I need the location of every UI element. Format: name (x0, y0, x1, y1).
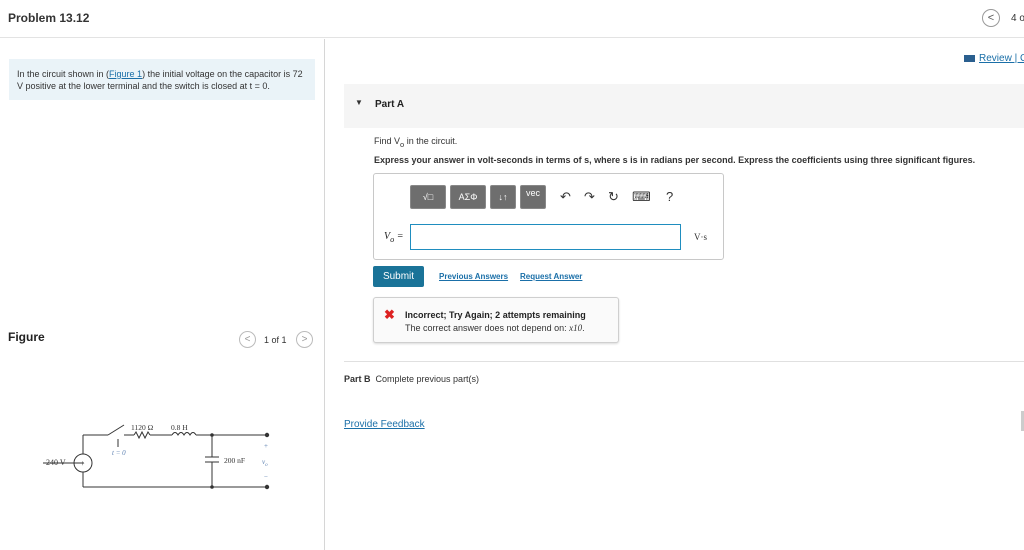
part-b-label: Part B (344, 374, 371, 384)
terminal-dot (264, 432, 270, 438)
x-icon: ✖ (384, 307, 395, 322)
figure-link[interactable]: Figure 1 (109, 69, 142, 79)
previous-answers-link[interactable]: Previous Answers (439, 272, 508, 281)
figure-count: 1 of 1 (264, 335, 287, 345)
answer-label: Vo = (384, 231, 404, 244)
terminal-dot (264, 484, 270, 490)
output-label-sub: o (265, 463, 268, 468)
resistor-label: 1120 Ω (131, 423, 154, 432)
keyboard-icon[interactable]: ⌨ (632, 189, 651, 205)
unit-label: V·s (694, 232, 707, 242)
node-dot (210, 433, 214, 437)
intro-text-prefix: In the circuit shown in ( (17, 69, 110, 79)
sort-button[interactable]: ↓↑ (490, 185, 516, 209)
question-prefix: Find V (374, 136, 401, 146)
symbols-button[interactable]: ΑΣΦ (450, 185, 486, 209)
right-pane: Review | C ▼ Part A Find Vo in the circu… (326, 39, 1024, 550)
question-text: Find Vo in the circuit. (374, 136, 457, 149)
feedback-box: ✖ Incorrect; Try Again; 2 attempts remai… (373, 297, 619, 343)
top-bar: Problem 13.12 < 4 o (0, 0, 1024, 38)
book-icon (964, 54, 975, 62)
feedback-detail-math: x10 (569, 323, 583, 333)
problem-title: Problem 13.12 (8, 11, 90, 25)
reset-icon[interactable]: ↻ (608, 189, 619, 205)
figure-next-icon[interactable]: > (296, 331, 313, 348)
feedback-detail-suffix: . (582, 323, 585, 333)
output-minus: − (264, 473, 268, 481)
review-link-label[interactable]: Review | C (979, 53, 1024, 64)
chevron-left-icon[interactable]: < (982, 9, 1000, 27)
undo-icon[interactable]: ↶ (560, 189, 571, 205)
part-a-header[interactable]: ▼ Part A (344, 84, 1024, 128)
output-plus: + (264, 442, 268, 450)
source-label: 240 V (46, 458, 66, 467)
capacitor-label: 200 nF (224, 456, 245, 465)
output-label: vo (262, 458, 268, 468)
figure-prev-icon[interactable]: < (239, 331, 256, 348)
problem-intro: In the circuit shown in (Figure 1) the i… (9, 59, 315, 100)
answer-label-eq: = (394, 231, 404, 242)
feedback-detail: The correct answer does not depend on: x… (405, 323, 585, 333)
source-plus: + (80, 459, 85, 468)
provide-feedback-link[interactable]: Provide Feedback (344, 419, 425, 430)
submit-button[interactable]: Submit (373, 266, 424, 287)
problem-count: 4 o (1011, 13, 1024, 24)
request-answer-link[interactable]: Request Answer (520, 272, 582, 281)
part-b-text: Complete previous part(s) (375, 374, 480, 384)
feedback-detail-prefix: The correct answer does not depend on: (405, 323, 570, 333)
caret-down-icon[interactable]: ▼ (355, 98, 363, 107)
help-icon[interactable]: ? (666, 189, 673, 204)
answer-panel: √□ ΑΣΦ ↓↑ vec ↶ ↷ ↻ ⌨ ? Vo = V·s (373, 173, 724, 260)
review-link[interactable]: Review | C (964, 53, 1024, 64)
figure-heading: Figure (8, 330, 45, 344)
feedback-title: Incorrect; Try Again; 2 attempts remaini… (405, 310, 586, 320)
question-suffix: in the circuit. (404, 136, 458, 146)
divider (344, 361, 1024, 362)
instruction-text: Express your answer in volt-seconds in t… (374, 155, 976, 165)
part-a-label: Part A (375, 99, 405, 110)
switch-label: t = 0 (112, 449, 126, 457)
answer-input[interactable] (410, 224, 681, 250)
templates-button[interactable]: √□ (410, 185, 446, 209)
left-pane: In the circuit shown in (Figure 1) the i… (0, 39, 325, 550)
part-b[interactable]: Part B Complete previous part(s) (344, 374, 479, 384)
vec-button[interactable]: vec (520, 185, 546, 209)
inductor-label: 0.8 H (171, 423, 188, 432)
circuit-diagram: + 240 V 1120 Ω 0.8 H t = 0 200 nF + vo − (43, 423, 270, 490)
redo-icon[interactable]: ↷ (584, 189, 595, 205)
node-dot (210, 485, 214, 489)
